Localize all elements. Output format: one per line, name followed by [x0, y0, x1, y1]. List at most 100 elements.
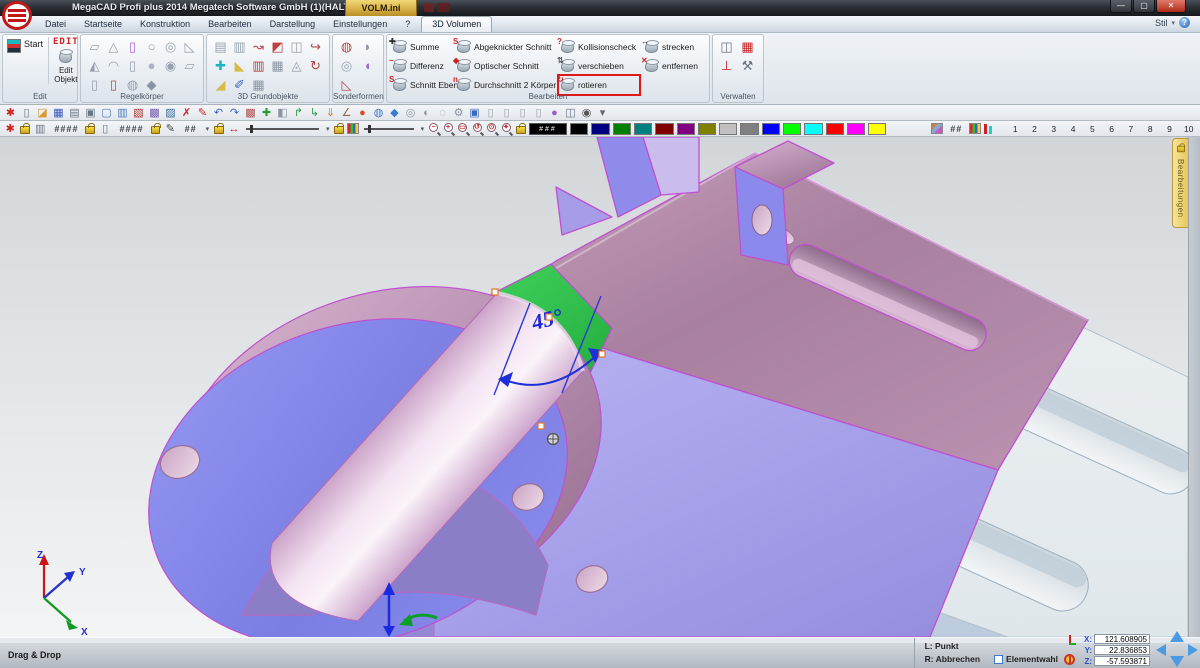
ribbon-icon-kegel[interactable]: △: [104, 37, 123, 56]
print-icon[interactable]: ▤: [67, 106, 82, 120]
ribbon-icon-mess-werkzeug[interactable]: ⊥: [717, 56, 736, 75]
new-file-icon[interactable]: ▯: [19, 106, 34, 120]
snap-star-icon[interactable]: ✱: [3, 122, 17, 136]
lock-group-icon[interactable]: [85, 126, 95, 134]
color-navy-swatch[interactable]: [591, 123, 609, 135]
ribbon-icon-werkzeugkasten[interactable]: ▦: [738, 37, 757, 56]
sphere-shaded-icon[interactable]: ◐: [419, 106, 434, 120]
sphere-wire-icon[interactable]: ◌: [435, 106, 450, 120]
gear-wheel-icon[interactable]: ⚙: [451, 106, 466, 120]
ribbon-icon-koerper-vergleich[interactable]: ◫: [717, 37, 736, 56]
axis-origin-icon[interactable]: ✚: [259, 106, 274, 120]
ribbon-button-abgeknickter-schnitt[interactable]: SAbgeknickter Schnitt: [455, 38, 555, 56]
menu-item-bearbeiten[interactable]: Bearbeiten: [199, 16, 261, 32]
scale-1-button[interactable]: 1: [1007, 124, 1023, 134]
color-teal-swatch[interactable]: [634, 123, 652, 135]
color-olive-swatch[interactable]: [698, 123, 716, 135]
linetype-slider[interactable]: [364, 128, 414, 130]
zoom-dynamic-icon[interactable]: ✦: [502, 123, 514, 135]
color-purple-swatch[interactable]: [677, 123, 695, 135]
ribbon-button-strecken[interactable]: ↔strecken: [643, 38, 705, 56]
color-grid-icon[interactable]: [347, 123, 359, 134]
zoom-window-icon[interactable]: ▭: [458, 123, 470, 135]
color-lime-swatch[interactable]: [783, 123, 801, 135]
ribbon-icon-ring[interactable]: ◎: [337, 56, 356, 75]
ribbon-icon-ecke-kappen[interactable]: ◩: [268, 37, 287, 56]
menu-item-darstellung[interactable]: Darstellung: [261, 16, 325, 32]
scale-9-button[interactable]: 9: [1161, 124, 1177, 134]
page-view-icon[interactable]: ▢: [99, 106, 114, 120]
layer-list-icon[interactable]: ▥: [33, 122, 47, 136]
coord-z-input[interactable]: [1094, 656, 1150, 666]
copy-page-icon[interactable]: ▥: [115, 106, 130, 120]
globe-view-icon[interactable]: ◍: [371, 106, 386, 120]
zoom-in-icon[interactable]: +: [444, 123, 456, 135]
ribbon-icon-hammer[interactable]: ⚒: [738, 56, 757, 75]
menu-item-konstruktion[interactable]: Konstruktion: [131, 16, 199, 32]
menu-item-einstellungen[interactable]: Einstellungen: [324, 16, 396, 32]
maximize-button[interactable]: ▢: [1133, 0, 1155, 13]
current-color-swatch[interactable]: ###: [529, 123, 567, 135]
tab-3d-volumen[interactable]: 3D Volumen: [421, 16, 492, 32]
pen-edit-icon[interactable]: ✎: [163, 122, 177, 136]
ribbon-icon-anordnung[interactable]: ▦: [268, 56, 287, 75]
ball-purple-icon[interactable]: ●: [547, 106, 562, 120]
search-binocular-icon[interactable]: ◉: [579, 106, 594, 120]
ribbon-icon-kugel[interactable]: ●: [142, 56, 161, 75]
monitor-settings-icon[interactable]: ▨: [163, 106, 178, 120]
color-blue-swatch[interactable]: [762, 123, 780, 135]
menu-item-item[interactable]: ?: [396, 16, 419, 32]
redo-icon[interactable]: ↷: [227, 106, 242, 120]
ribbon-button-optischer-schnitt[interactable]: ◆Optischer Schnitt: [455, 57, 555, 75]
drop-anchor-icon[interactable]: ⇓: [323, 106, 338, 120]
ribbon-button-differenz[interactable]: −Differenz: [391, 57, 451, 75]
cube-view-icon[interactable]: ◆: [387, 106, 402, 120]
ribbon-icon-rohr-bogen[interactable]: ↪: [306, 37, 325, 56]
ucs-rotate-icon[interactable]: ↱: [291, 106, 306, 120]
ribbon-icon-rotation-kugel[interactable]: ↻: [306, 56, 325, 75]
color-black-swatch[interactable]: [570, 123, 588, 135]
measure-angle-icon[interactable]: ∠: [339, 106, 354, 120]
ribbon-icon-sweep-pfad[interactable]: ↝: [249, 37, 268, 56]
pivot-target[interactable]: [548, 434, 559, 445]
start-button[interactable]: Start: [7, 37, 49, 84]
ribbon-icon-zylinder-hoehe[interactable]: ▯: [123, 56, 142, 75]
ribbon-icon-torus[interactable]: ◎: [161, 37, 180, 56]
lock-pen-icon[interactable]: [151, 126, 161, 134]
close-button[interactable]: ✕: [1156, 0, 1186, 13]
group-page-icon[interactable]: ▯: [98, 122, 112, 136]
color-gray-swatch[interactable]: [740, 123, 758, 135]
page-settings-icon[interactable]: ▧: [131, 106, 146, 120]
scale-8-button[interactable]: 8: [1142, 124, 1158, 134]
ribbon-icon-extrusion-breit[interactable]: ▥: [230, 37, 249, 56]
pan-right-button[interactable]: [1188, 644, 1198, 656]
ribbon-button-verschieben[interactable]: ⇅verschieben: [559, 57, 639, 75]
pan-up-button[interactable]: [1170, 631, 1184, 642]
zoom-all-icon[interactable]: ⊙: [487, 123, 499, 135]
color-silver-swatch[interactable]: [719, 123, 737, 135]
color-red-swatch[interactable]: [826, 123, 844, 135]
help-icon[interactable]: ?: [1179, 17, 1190, 28]
minimize-button[interactable]: —: [1110, 0, 1132, 13]
ribbon-icon-zylinder-kipp[interactable]: ▱: [180, 56, 199, 75]
color-yellow-swatch[interactable]: [868, 123, 886, 135]
ribbon-icon-kegel-flex[interactable]: ◬: [287, 56, 306, 75]
lock-color-icon[interactable]: [334, 126, 344, 134]
style-caret-icon[interactable]: ▾: [1171, 19, 1175, 27]
cylinder-view-1-icon[interactable]: ▯: [483, 106, 498, 120]
layer-value[interactable]: ####: [50, 124, 82, 134]
color-maroon-swatch[interactable]: [655, 123, 673, 135]
group-value[interactable]: ####: [116, 124, 148, 134]
screen-pages-icon[interactable]: ▩: [147, 106, 162, 120]
ribbon-button-kollisionscheck[interactable]: ?Kollisionscheck: [559, 38, 639, 56]
ribbon-icon-rippe[interactable]: ▥: [249, 56, 268, 75]
material-bars-icon[interactable]: [984, 123, 994, 134]
ribbon-icon-kuppel[interactable]: ◠: [104, 56, 123, 75]
lock-zoom-icon[interactable]: [516, 126, 526, 134]
color-magenta-swatch[interactable]: [847, 123, 865, 135]
scale-3-button[interactable]: 3: [1046, 124, 1062, 134]
style-menu[interactable]: Stil: [1155, 18, 1168, 28]
pattern-grid-icon[interactable]: [969, 123, 981, 134]
ribbon-icon-koerper-heben[interactable]: ◫: [287, 37, 306, 56]
toolbar-overflow-icon[interactable]: ▾: [595, 106, 610, 120]
